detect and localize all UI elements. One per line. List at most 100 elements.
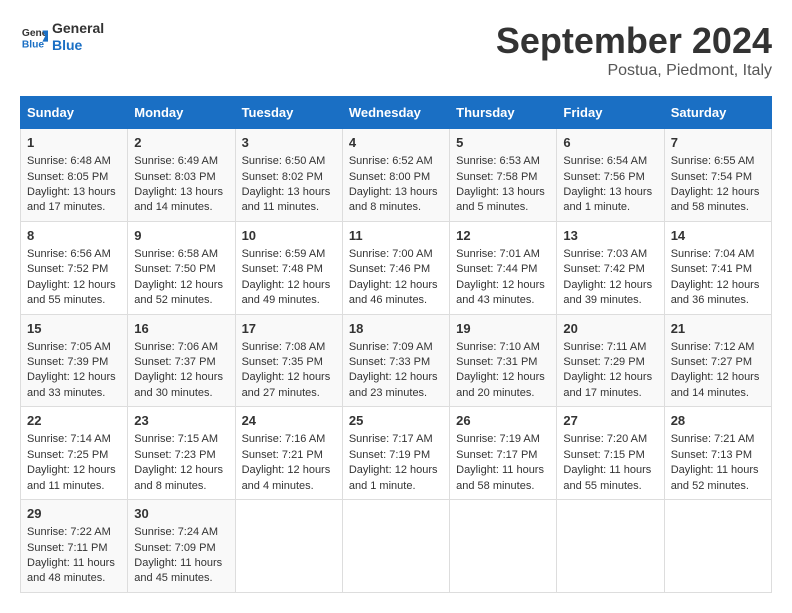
day-number: 25 (349, 412, 443, 430)
logo: General Blue General Blue (20, 20, 104, 54)
day-info: Daylight: 11 hours and 48 minutes. (27, 556, 121, 587)
day-info: Sunrise: 6:50 AM (242, 154, 336, 169)
calendar-cell: 22Sunrise: 7:14 AMSunset: 7:25 PMDayligh… (21, 407, 128, 500)
day-info: Sunset: 7:42 PM (563, 262, 657, 277)
location: Postua, Piedmont, Italy (496, 62, 772, 80)
calendar-cell: 18Sunrise: 7:09 AMSunset: 7:33 PMDayligh… (342, 314, 449, 407)
calendar-week-3: 15Sunrise: 7:05 AMSunset: 7:39 PMDayligh… (21, 314, 772, 407)
day-info: Sunset: 7:41 PM (671, 262, 765, 277)
day-info: Sunrise: 7:05 AM (27, 340, 121, 355)
day-info: Sunset: 8:02 PM (242, 170, 336, 185)
day-number: 7 (671, 134, 765, 152)
day-number: 15 (27, 320, 121, 338)
calendar-week-1: 1Sunrise: 6:48 AMSunset: 8:05 PMDaylight… (21, 129, 772, 222)
day-info: Daylight: 12 hours and 39 minutes. (563, 278, 657, 309)
calendar-cell: 28Sunrise: 7:21 AMSunset: 7:13 PMDayligh… (664, 407, 771, 500)
col-header-saturday: Saturday (664, 97, 771, 129)
day-number: 1 (27, 134, 121, 152)
day-info: Sunset: 7:35 PM (242, 355, 336, 370)
day-info: Daylight: 12 hours and 17 minutes. (563, 370, 657, 401)
day-number: 17 (242, 320, 336, 338)
day-info: Sunset: 7:56 PM (563, 170, 657, 185)
day-info: Daylight: 13 hours and 5 minutes. (456, 185, 550, 216)
day-info: Daylight: 13 hours and 14 minutes. (134, 185, 228, 216)
calendar-cell: 11Sunrise: 7:00 AMSunset: 7:46 PMDayligh… (342, 221, 449, 314)
day-info: Sunrise: 7:11 AM (563, 340, 657, 355)
day-info: Daylight: 12 hours and 43 minutes. (456, 278, 550, 309)
day-number: 3 (242, 134, 336, 152)
day-info: Sunset: 7:58 PM (456, 170, 550, 185)
day-number: 12 (456, 227, 550, 245)
day-info: Sunset: 7:15 PM (563, 448, 657, 463)
day-number: 8 (27, 227, 121, 245)
day-info: Sunset: 8:05 PM (27, 170, 121, 185)
day-info: Sunset: 7:17 PM (456, 448, 550, 463)
day-info: Daylight: 12 hours and 14 minutes. (671, 370, 765, 401)
day-number: 6 (563, 134, 657, 152)
day-info: Sunrise: 7:00 AM (349, 247, 443, 262)
day-number: 26 (456, 412, 550, 430)
day-info: Sunrise: 7:09 AM (349, 340, 443, 355)
day-info: Sunset: 7:31 PM (456, 355, 550, 370)
col-header-monday: Monday (128, 97, 235, 129)
day-info: Sunrise: 6:55 AM (671, 154, 765, 169)
day-number: 23 (134, 412, 228, 430)
day-info: Sunrise: 6:49 AM (134, 154, 228, 169)
day-info: Sunrise: 7:01 AM (456, 247, 550, 262)
calendar-cell: 13 Sunrise: 7:03 AMSunset: 7:42 PMDayligh… (557, 221, 664, 314)
day-info: Sunset: 7:13 PM (671, 448, 765, 463)
col-header-sunday: Sunday (21, 97, 128, 129)
col-header-tuesday: Tuesday (235, 97, 342, 129)
day-info: Daylight: 12 hours and 33 minutes. (27, 370, 121, 401)
day-number: 29 (27, 505, 121, 523)
day-info: Sunrise: 7:10 AM (456, 340, 550, 355)
day-info: Daylight: 12 hours and 27 minutes. (242, 370, 336, 401)
day-info: Sunset: 8:03 PM (134, 170, 228, 185)
day-info: Daylight: 12 hours and 4 minutes. (242, 463, 336, 494)
day-info: Sunset: 7:29 PM (563, 355, 657, 370)
col-header-thursday: Thursday (450, 97, 557, 129)
day-info: Daylight: 12 hours and 30 minutes. (134, 370, 228, 401)
day-number: 22 (27, 412, 121, 430)
day-info: Sunrise: 7:22 AM (27, 525, 121, 540)
col-header-friday: Friday (557, 97, 664, 129)
calendar-cell: 1 Sunrise: 6:48 AMSunset: 8:05 PMDaylight… (21, 129, 128, 222)
day-info: Sunrise: 7:21 AM (671, 432, 765, 447)
calendar-cell: 7Sunrise: 6:55 AMSunset: 7:54 PMDaylight… (664, 129, 771, 222)
day-info: Sunrise: 6:48 AM (27, 154, 121, 169)
calendar-cell: 9Sunrise: 6:58 AMSunset: 7:50 PMDaylight… (128, 221, 235, 314)
calendar-cell: 15Sunrise: 7:05 AMSunset: 7:39 PMDayligh… (21, 314, 128, 407)
month-title: September 2024 (496, 20, 772, 62)
day-info: Sunset: 7:37 PM (134, 355, 228, 370)
calendar-cell: 2Sunrise: 6:49 AMSunset: 8:03 PMDaylight… (128, 129, 235, 222)
title-area: September 2024 Postua, Piedmont, Italy (496, 20, 772, 80)
day-info: Sunrise: 7:24 AM (134, 525, 228, 540)
logo-icon: General Blue (20, 23, 48, 51)
day-info: Sunrise: 7:03 AM (563, 247, 657, 262)
col-header-wednesday: Wednesday (342, 97, 449, 129)
calendar-cell: 21Sunrise: 7:12 AMSunset: 7:27 PMDayligh… (664, 314, 771, 407)
day-info: Sunset: 7:54 PM (671, 170, 765, 185)
day-info: Sunset: 7:09 PM (134, 541, 228, 556)
day-info: Sunset: 7:11 PM (27, 541, 121, 556)
calendar-week-5: 29 Sunrise: 7:22 AMSunset: 7:11 PMDayligh… (21, 500, 772, 593)
calendar-cell (235, 500, 342, 593)
day-number: 18 (349, 320, 443, 338)
day-info: Daylight: 12 hours and 23 minutes. (349, 370, 443, 401)
day-info: Daylight: 13 hours and 17 minutes. (27, 185, 121, 216)
day-number: 24 (242, 412, 336, 430)
day-info: Sunrise: 7:17 AM (349, 432, 443, 447)
calendar-cell: 5Sunrise: 6:53 AMSunset: 7:58 PMDaylight… (450, 129, 557, 222)
logo-general: General (52, 20, 104, 37)
day-info: Sunrise: 6:59 AM (242, 247, 336, 262)
day-number: 13 (563, 227, 657, 245)
day-info: Sunset: 7:44 PM (456, 262, 550, 277)
day-info: Daylight: 12 hours and 49 minutes. (242, 278, 336, 309)
day-info: Sunset: 7:46 PM (349, 262, 443, 277)
day-info: Daylight: 13 hours and 1 minute. (563, 185, 657, 216)
day-info: Sunset: 7:19 PM (349, 448, 443, 463)
svg-text:Blue: Blue (22, 39, 45, 50)
calendar-cell: 19Sunrise: 7:10 AMSunset: 7:31 PMDayligh… (450, 314, 557, 407)
calendar-cell (450, 500, 557, 593)
day-info: Daylight: 12 hours and 46 minutes. (349, 278, 443, 309)
